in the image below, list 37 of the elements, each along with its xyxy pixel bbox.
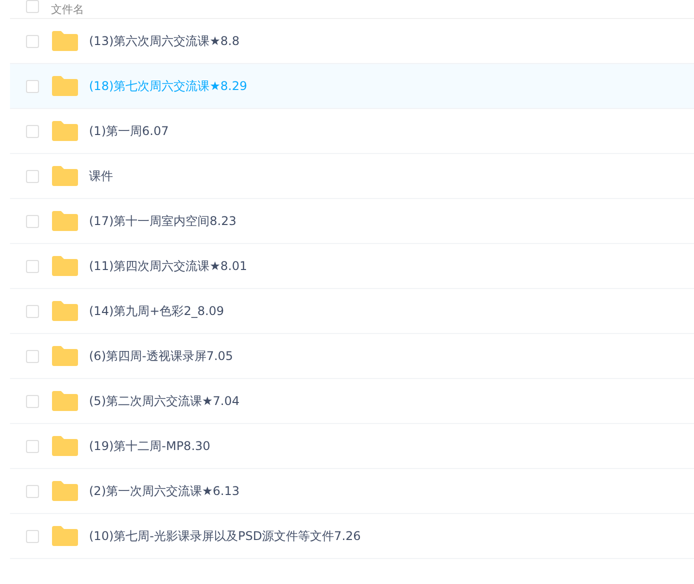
- folder-icon: [51, 390, 79, 412]
- folder-icon: [51, 435, 79, 457]
- folder-icon: [51, 345, 79, 367]
- folder-name[interactable]: (5)第二次周六交流课★7.04: [89, 392, 240, 410]
- checkbox[interactable]: [26, 214, 39, 228]
- folder-icon: [51, 210, 79, 232]
- folder-icon: [51, 75, 79, 97]
- checkbox[interactable]: [26, 484, 39, 498]
- folder-icon: [51, 165, 79, 187]
- folder-name[interactable]: (6)第四周-透视课录屏7.05: [89, 348, 234, 364]
- folder-name[interactable]: (13)第六次周六交流课★8.8: [89, 32, 240, 50]
- checkbox[interactable]: [26, 260, 39, 272]
- checkbox[interactable]: [26, 34, 39, 48]
- checkbox[interactable]: [26, 80, 39, 92]
- checkbox[interactable]: [26, 440, 39, 452]
- folder-name[interactable]: (1)第一周6.07: [89, 122, 169, 140]
- folder-name[interactable]: (11)第四次周六交流课★8.01: [89, 258, 248, 274]
- checkbox[interactable]: [26, 124, 39, 138]
- folder-icon: [51, 480, 79, 502]
- folder-name[interactable]: (10)第七周-光影课录屏以及PSD源文件等文件7.26: [89, 528, 361, 544]
- checkbox[interactable]: [26, 394, 39, 408]
- folder-name[interactable]: (17)第十一周室内空间8.23: [89, 212, 236, 230]
- checkbox[interactable]: [26, 530, 39, 542]
- checkbox[interactable]: [26, 304, 39, 318]
- checkbox[interactable]: [26, 350, 39, 362]
- folder-name[interactable]: (2)第一次周六交流课★6.13: [89, 482, 240, 500]
- folder-icon: [51, 120, 79, 142]
- folder-icon: [51, 525, 79, 547]
- folder-name[interactable]: (19)第十二周-MP8.30: [89, 438, 210, 454]
- folder-name[interactable]: (14)第九周+色彩2_8.09: [89, 302, 224, 320]
- folder-icon: [51, 300, 79, 322]
- checkbox[interactable]: [26, 0, 39, 12]
- column-header: 文件名: [51, 2, 84, 16]
- folder-name[interactable]: 课件: [89, 168, 113, 184]
- folder-icon: [51, 30, 79, 52]
- folder-icon: [51, 255, 79, 277]
- checkbox[interactable]: [26, 170, 39, 182]
